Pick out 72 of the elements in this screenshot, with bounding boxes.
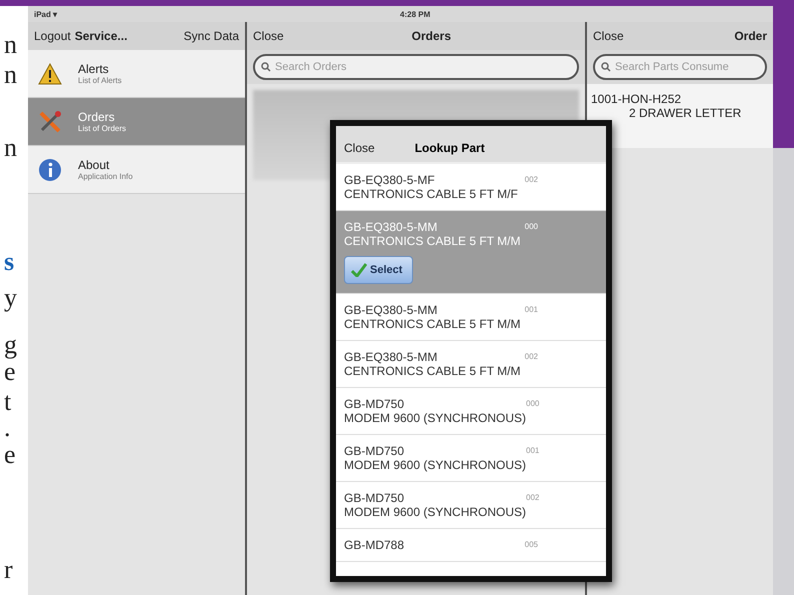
search-icon bbox=[601, 62, 611, 72]
text-fragment: e bbox=[3, 359, 16, 385]
part-description: 2 DRAWER LETTER bbox=[628, 106, 742, 120]
nav-title: Orders bbox=[412, 29, 452, 43]
info-icon bbox=[38, 158, 62, 182]
item-title: Alerts bbox=[78, 62, 110, 76]
sync-button[interactable]: Sync Data bbox=[184, 29, 239, 43]
part-row[interactable]: GB-MD788 005 bbox=[336, 529, 606, 562]
text-fragment: g bbox=[3, 332, 17, 358]
sidebar-item[interactable]: Alerts List of Alerts bbox=[28, 50, 245, 98]
warning-icon bbox=[38, 62, 62, 84]
nav-title: Service... bbox=[74, 29, 128, 43]
part-code: 002 bbox=[524, 352, 538, 363]
text-fragment: t bbox=[3, 389, 12, 415]
part-description: MODEM 9600 (SYNCHRONOUS) bbox=[344, 505, 526, 519]
nav-title: Order bbox=[734, 29, 767, 43]
close-button[interactable]: Close bbox=[344, 141, 375, 155]
part-description: CENTRONICS CABLE 5 FT M/M bbox=[344, 364, 522, 378]
part-number: 1001-HON-H252 bbox=[591, 92, 682, 106]
part-description: MODEM 9600 (SYNCHRONOUS) bbox=[344, 411, 526, 425]
part-row[interactable]: GB-EQ380-5-MM CENTRONICS CABLE 5 FT M/M 002 bbox=[336, 341, 606, 388]
part-row[interactable]: GB-MD750 MODEM 9600 (SYNCHRONOUS) 000 bbox=[336, 388, 606, 435]
part-description: MODEM 9600 (SYNCHRONOUS) bbox=[344, 458, 526, 472]
item-subtitle: Application Info bbox=[78, 172, 133, 181]
part-row[interactable]: GB-EQ380-5-MF CENTRONICS CABLE 5 FT M/F 002 bbox=[336, 164, 606, 211]
part-row[interactable]: GB-EQ380-5-MM CENTRONICS CABLE 5 FT M/M 001 bbox=[336, 294, 606, 341]
part-number: GB-MD750 bbox=[344, 491, 406, 505]
text-fragment: n bbox=[3, 135, 17, 161]
part-code: 000 bbox=[524, 222, 538, 233]
search-field[interactable]: Search Orders bbox=[253, 54, 579, 80]
part-number: GB-EQ380-5-MM bbox=[344, 220, 438, 234]
part-number: GB-EQ380-5-MM bbox=[344, 350, 438, 364]
tools-icon bbox=[38, 110, 62, 134]
checkmark-icon bbox=[351, 263, 367, 277]
dialog-title: Lookup Part bbox=[414, 141, 485, 155]
part-number: GB-MD788 bbox=[344, 538, 406, 552]
text-fragment: n bbox=[3, 32, 17, 58]
close-button[interactable]: Close bbox=[253, 29, 284, 43]
part-code: 000 bbox=[526, 399, 540, 410]
search-field[interactable]: Search Parts Consume bbox=[593, 54, 767, 80]
sidebar-item[interactable]: About Application Info bbox=[28, 146, 245, 194]
part-code: 002 bbox=[524, 175, 538, 186]
item-subtitle: List of Alerts bbox=[78, 76, 122, 85]
status-time: 4:28 PM bbox=[400, 10, 430, 18]
device-label: iPad ▾ bbox=[34, 10, 58, 18]
text-fragment: r bbox=[3, 557, 13, 583]
item-subtitle: List of Orders bbox=[78, 124, 126, 133]
search-icon bbox=[261, 62, 271, 72]
part-row[interactable]: GB-MD750 MODEM 9600 (SYNCHRONOUS) 002 bbox=[336, 482, 606, 529]
part-row[interactable]: GB-MD750 MODEM 9600 (SYNCHRONOUS) 001 bbox=[336, 435, 606, 482]
part-code: 001 bbox=[526, 446, 540, 457]
select-button[interactable]: Select bbox=[344, 256, 414, 284]
part-code: 005 bbox=[524, 540, 538, 551]
part-description: CENTRONICS CABLE 5 FT M/M bbox=[344, 234, 522, 248]
text-fragment: y bbox=[3, 285, 17, 311]
text-fragment: n bbox=[3, 62, 17, 88]
item-title: About bbox=[78, 158, 110, 172]
part-description: CENTRONICS CABLE 5 FT M/M bbox=[344, 317, 522, 331]
text-fragment: . bbox=[3, 415, 10, 441]
part-row[interactable]: GB-EQ380-5-MM CENTRONICS CABLE 5 FT M/M 000 Select bbox=[336, 211, 606, 294]
part-code: 001 bbox=[524, 305, 538, 316]
part-number: GB-MD750 bbox=[344, 444, 406, 458]
item-title: Orders bbox=[78, 110, 116, 124]
part-number: GB-EQ380-5-MM bbox=[344, 303, 438, 317]
part-number: GB-MD750 bbox=[344, 397, 406, 411]
close-button[interactable]: Close bbox=[593, 29, 624, 43]
part-description: CENTRONICS CABLE 5 FT M/F bbox=[344, 187, 519, 201]
text-fragment: e bbox=[3, 442, 16, 468]
part-code: 002 bbox=[526, 493, 540, 504]
logout-button[interactable]: Logout bbox=[34, 29, 71, 43]
text-fragment: s bbox=[3, 249, 14, 275]
part-number: GB-EQ380-5-MF bbox=[344, 173, 436, 187]
